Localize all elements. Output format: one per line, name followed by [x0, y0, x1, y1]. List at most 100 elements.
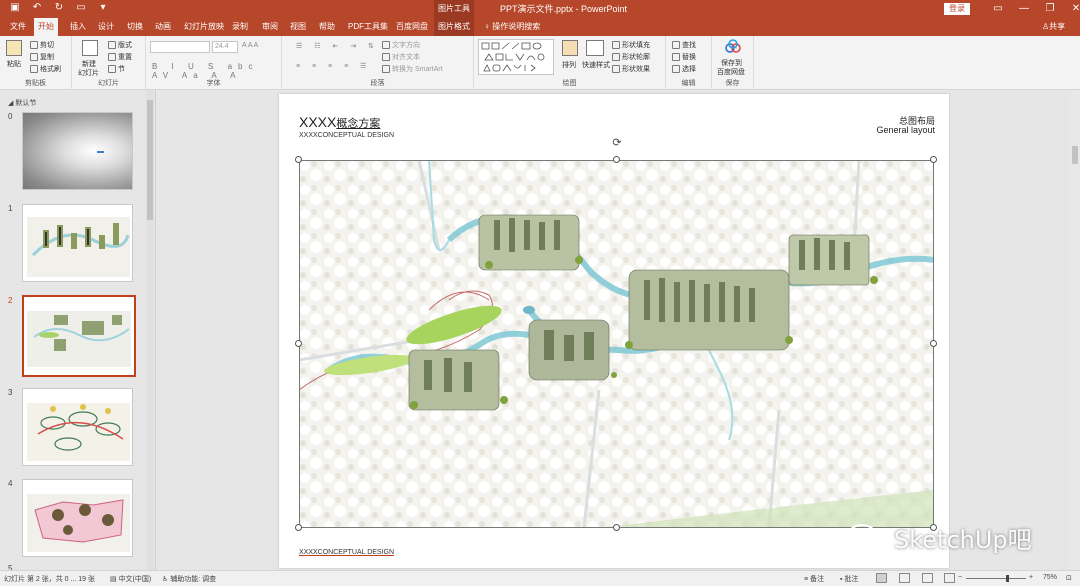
section-header[interactable]: ◢ 默认节 — [8, 98, 36, 108]
tab-record[interactable]: 录制 — [228, 18, 252, 36]
section-button[interactable]: 节 — [108, 64, 125, 74]
tab-animations[interactable]: 动画 — [151, 18, 175, 36]
replace-button[interactable]: 替换 — [672, 52, 696, 62]
accessibility-status[interactable]: ♿ 辅助功能: 调查 — [162, 574, 216, 584]
resize-handle-top-right[interactable] — [930, 156, 937, 163]
zoom-level[interactable]: 75% — [1043, 574, 1057, 581]
slide-scroll-thumb[interactable] — [1072, 146, 1078, 164]
find-button[interactable]: 查找 — [672, 40, 696, 50]
slide-thumbnail-1[interactable] — [22, 204, 133, 282]
slide-thumbnail-2[interactable] — [22, 295, 136, 377]
zoom-slider[interactable] — [966, 575, 1026, 582]
slide-subtitle[interactable]: XXXXCONCEPTUAL DESIGN — [299, 132, 394, 139]
resize-handle-top-left[interactable] — [295, 156, 302, 163]
quick-styles-icon[interactable] — [586, 40, 604, 56]
slide-footer[interactable]: XXXXCONCEPTUAL DESIGN — [299, 549, 394, 556]
tab-pdf-tools[interactable]: PDF工具集 — [344, 18, 392, 36]
shape-fill-button[interactable]: 形状填充 — [612, 40, 650, 50]
paste-icon[interactable] — [6, 40, 22, 56]
tab-view[interactable]: 视图 — [286, 18, 310, 36]
select-button[interactable]: 选择 — [672, 64, 696, 74]
site-plan-image[interactable] — [299, 160, 934, 528]
slide-heading-en[interactable]: General layout — [876, 125, 935, 135]
notes-button[interactable]: ≡ 备注 — [804, 574, 824, 584]
slide-title[interactable]: XXXX概念方案 — [299, 114, 380, 131]
tab-home[interactable]: 开始 — [34, 18, 58, 36]
text-direction-button[interactable]: 文字方向 — [382, 40, 420, 50]
cut-button[interactable]: 剪切 — [30, 40, 54, 50]
format-painter-button[interactable]: 格式刷 — [30, 64, 61, 74]
arrange-icon[interactable] — [562, 40, 578, 56]
resize-handle-bottom[interactable] — [613, 524, 620, 531]
thumbnail-scroll-thumb[interactable] — [147, 100, 153, 220]
tab-picture-format[interactable]: 图片格式 — [434, 18, 474, 36]
minimize-icon[interactable]: — — [1011, 0, 1037, 18]
resize-handle-bottom-left[interactable] — [295, 524, 302, 531]
font-label: 字体 — [206, 80, 221, 87]
zoom-slider-thumb[interactable] — [1006, 575, 1009, 582]
fit-slide-icon[interactable]: ⊡ — [1066, 574, 1072, 582]
resize-handle-right[interactable] — [930, 340, 937, 347]
tab-transitions[interactable]: 切换 — [123, 18, 147, 36]
font-name-input[interactable] — [150, 41, 210, 53]
resize-handle-top[interactable] — [613, 156, 620, 163]
font-grow-shrink[interactable]: A A A — [242, 42, 258, 49]
shape-outline-button[interactable]: 形状轮廓 — [612, 52, 650, 62]
font-size-input[interactable]: 24.4 — [212, 41, 238, 53]
undo-icon[interactable]: ↶ — [30, 2, 44, 13]
smartart-button[interactable]: 转换为 SmartArt — [382, 64, 443, 74]
slide-thumbnail-3[interactable] — [22, 388, 133, 466]
slide-scrollbar[interactable] — [1070, 90, 1080, 570]
thumb-marker — [97, 151, 104, 153]
resize-handle-left[interactable] — [295, 340, 302, 347]
tab-review[interactable]: 审阅 — [258, 18, 282, 36]
tab-baidu-netdisk[interactable]: 百度网盘 — [392, 18, 432, 36]
new-slide-button-line2[interactable]: 幻灯片 — [78, 68, 99, 78]
save-icon[interactable]: ▣ — [8, 2, 22, 13]
tab-file[interactable]: 文件 — [6, 18, 30, 36]
zoom-in-button[interactable]: + — [1029, 574, 1033, 581]
align-buttons[interactable]: ≡ ≡ ≡ ≡ ☰ — [296, 62, 371, 70]
slide-sorter-button[interactable] — [899, 573, 910, 583]
normal-view-button[interactable] — [876, 573, 887, 583]
new-slide-icon[interactable] — [82, 40, 98, 56]
shape-effects-button[interactable]: 形状效果 — [612, 64, 650, 74]
slide-thumbnail-4[interactable] — [22, 479, 133, 557]
comments-button[interactable]: ▪ 批注 — [840, 574, 858, 584]
tab-help[interactable]: 帮助 — [315, 18, 339, 36]
list-buttons[interactable]: ☰ ☷ ⇤ ⇥ ⇅ — [296, 42, 379, 50]
cloud-icon[interactable] — [724, 39, 742, 55]
ribbon-tabs: 文件 开始 插入 设计 切换 动画 幻灯片放映 录制 审阅 视图 帮助 PDF工… — [0, 18, 1080, 36]
tab-insert[interactable]: 插入 — [66, 18, 90, 36]
language-status[interactable]: ▤ 中文(中国) — [110, 574, 151, 584]
close-icon[interactable]: ✕ — [1063, 0, 1080, 18]
paste-button[interactable]: 粘贴 — [7, 59, 21, 69]
tab-slideshow[interactable]: 幻灯片放映 — [180, 18, 228, 36]
tell-me-search[interactable]: ♀ 操作说明搜索 — [484, 18, 540, 36]
slides-group: 新建 幻灯片 版式 重置 节 幻灯片 — [72, 36, 146, 90]
reading-view-button[interactable] — [922, 573, 933, 583]
redo-icon[interactable]: ↻ — [52, 2, 66, 13]
restore-icon[interactable]: ❐ — [1037, 0, 1063, 18]
shapes-gallery[interactable] — [478, 39, 554, 75]
start-icon[interactable]: ▭ — [74, 2, 88, 13]
thumbnail-scrollbar[interactable] — [146, 90, 154, 570]
more-icon[interactable]: ▾ — [96, 2, 110, 13]
slide-thumbnail-0[interactable] — [22, 112, 133, 190]
ribbon-display-icon[interactable]: ▭ — [985, 0, 1011, 18]
drawing-label: 绘图 — [562, 80, 577, 87]
rotate-handle-icon[interactable]: ⟳ — [611, 137, 623, 149]
copy-button[interactable]: 复制 — [30, 52, 54, 62]
login-button[interactable]: 登录 — [944, 3, 970, 15]
tab-design[interactable]: 设计 — [94, 18, 118, 36]
zoom-out-button[interactable]: − — [958, 574, 962, 581]
save-baidu-button[interactable]: 百度网盘 — [717, 67, 745, 77]
slideshow-button[interactable] — [944, 573, 955, 583]
layout-button[interactable]: 版式 — [108, 40, 132, 50]
current-slide[interactable]: XXXX概念方案 XXXXCONCEPTUAL DESIGN 总图布局 Gene… — [279, 94, 949, 568]
reset-button[interactable]: 重置 — [108, 52, 132, 62]
share-button[interactable]: ♙共享 — [1042, 18, 1065, 36]
arrange-button[interactable]: 排列 — [562, 60, 576, 70]
align-text-button[interactable]: 对齐文本 — [382, 52, 420, 62]
quick-styles-button[interactable]: 快速样式 — [582, 60, 610, 70]
